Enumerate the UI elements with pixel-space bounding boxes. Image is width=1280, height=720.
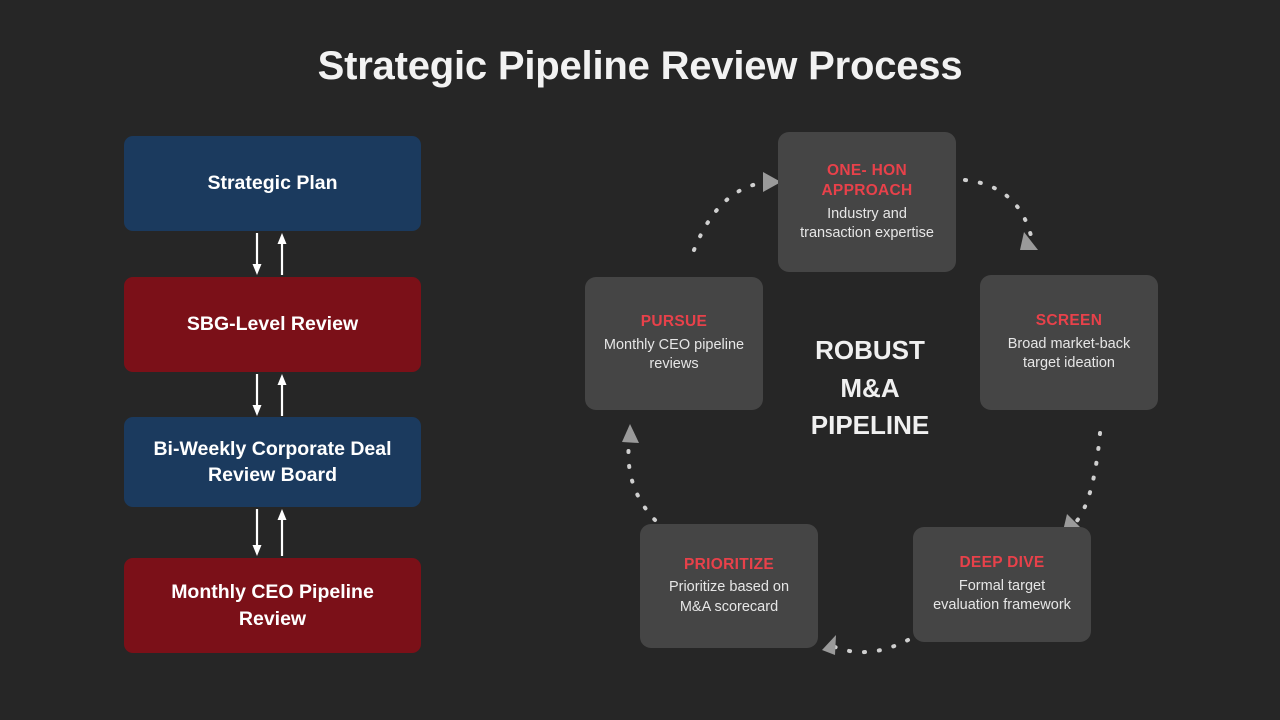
arc-deepdive-to-prioritize [826, 638, 910, 654]
cycle-node-title: PRIORITIZE [684, 555, 774, 573]
flow-connector-1 [242, 231, 302, 277]
cycle-node-title: PURSUE [640, 313, 708, 331]
cycle-node-title: SCREEN [1035, 312, 1103, 330]
flow-connector-2 [242, 372, 302, 418]
connector-arrows-icon [252, 509, 287, 556]
flow-box-label: Monthly CEO Pipeline Review [171, 581, 374, 630]
cycle-node-desc: Monthly CEO pipeline reviews [603, 336, 745, 373]
cycle-node-screen[interactable]: SCREEN Broad market-back target ideation [980, 275, 1158, 410]
robust-ma-pipeline-cycle: ONE- HON APPROACH Industry and transacti… [560, 110, 1180, 680]
arc-approach-to-screen [963, 178, 1034, 242]
flowchart: Strategic Plan SBG-Level Review Bi-Weekl… [124, 136, 421, 653]
arc-prioritize-to-pursue [626, 433, 657, 522]
flow-box-biweekly-corporate-deal-review-board[interactable]: Bi-Weekly Corporate Deal Review Board [124, 417, 421, 507]
cycle-node-one-hon-approach[interactable]: ONE- HON APPROACH Industry and transacti… [778, 132, 956, 272]
flow-box-monthly-ceo-pipeline-review[interactable]: Monthly CEO Pipeline Review [124, 558, 421, 653]
cycle-node-title: DEEP DIVE [959, 554, 1045, 572]
flow-box-label: SBG-Level Review [186, 313, 359, 336]
cycle-node-desc: Broad market-back target ideation [1007, 335, 1131, 372]
slide-canvas: Strategic Pipeline Review Process Strate… [0, 0, 1280, 720]
connector-arrows-icon [252, 374, 287, 416]
cycle-node-prioritize[interactable]: PRIORITIZE Prioritize based on M&A score… [640, 524, 818, 648]
cycle-node-title: ONE- HON APPROACH [821, 161, 913, 200]
arrowhead-up-icon [622, 424, 639, 443]
connector-arrows-icon [252, 233, 287, 275]
arrowhead-left-icon [822, 635, 836, 655]
cycle-node-desc: Formal target evaluation framework [933, 577, 1071, 614]
cycle-node-desc: Prioritize based on M&A scorecard [668, 579, 790, 615]
arc-screen-to-deepdive [1074, 431, 1102, 524]
arc-pursue-to-approach [692, 180, 772, 252]
page-title: Strategic Pipeline Review Process [317, 44, 963, 88]
cycle-node-deep-dive[interactable]: DEEP DIVE Formal target evaluation frame… [913, 527, 1091, 642]
cycle-node-pursue[interactable]: PURSUE Monthly CEO pipeline reviews [585, 277, 763, 410]
flow-box-strategic-plan[interactable]: Strategic Plan [124, 136, 421, 231]
cycle-center-label: ROBUST M&A PIPELINE [810, 335, 930, 441]
flow-connector-3 [242, 507, 302, 556]
flow-box-label: Strategic Plan [207, 172, 338, 195]
flow-box-label: Bi-Weekly Corporate Deal Review Board [153, 437, 392, 486]
flow-box-sbg-level-review[interactable]: SBG-Level Review [124, 277, 421, 372]
cycle-node-desc: Industry and transaction expertise [800, 205, 934, 241]
